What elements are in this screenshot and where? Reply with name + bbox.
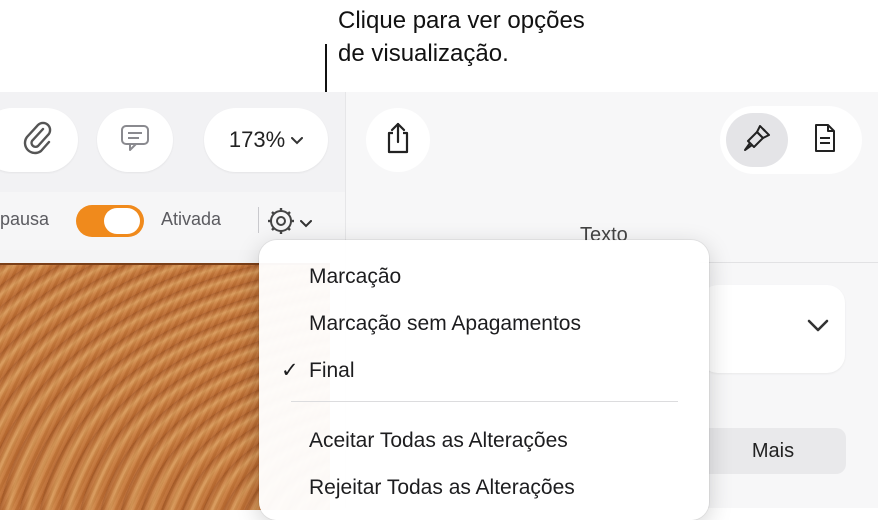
comment-button[interactable] (97, 108, 173, 172)
zoom-button[interactable]: 173% (204, 108, 328, 172)
chevron-down-icon (806, 318, 830, 339)
zoom-value: 173% (228, 127, 286, 152)
chevron-down-icon (291, 132, 304, 148)
toggle-knob (104, 208, 140, 234)
comment-icon (119, 123, 151, 158)
menu-item-accept-all-changes[interactable]: Aceitar Todas as Alterações (259, 421, 709, 461)
paintbrush-icon (741, 122, 773, 159)
menu-item-reject-all-changes[interactable]: Rejeitar Todas as Alterações (259, 468, 709, 508)
share-icon (384, 121, 412, 160)
callout-text: Clique para ver opções de visualização. (338, 4, 585, 70)
sidebar-divider (700, 262, 878, 263)
more-button[interactable]: Mais (700, 428, 846, 474)
checkmark-icon: ✓ (281, 359, 299, 382)
share-button[interactable] (366, 108, 430, 172)
menu-item-markup-without-deletions[interactable]: Marcação sem Apagamentos (259, 304, 709, 344)
callout-line-1: Clique para ver opções (338, 7, 585, 34)
document-tab[interactable] (794, 113, 856, 167)
attach-button[interactable] (0, 108, 78, 172)
menu-separator (291, 401, 678, 402)
menu-item-label: Marcação sem Apagamentos (309, 312, 581, 335)
track-changes-on-label: Ativada (161, 209, 222, 229)
toolbar-divider (258, 207, 259, 233)
chevron-down-icon (300, 216, 312, 231)
track-changes-toggle[interactable] (76, 205, 144, 237)
menu-item-label: Rejeitar Todas as Alterações (309, 476, 575, 499)
menu-item-final[interactable]: ✓ Final (259, 351, 709, 391)
menu-item-label: Final (309, 359, 355, 382)
track-changes-pause-label: pausa (0, 209, 50, 229)
menu-item-label: Marcação (309, 265, 402, 288)
document-icon (812, 122, 838, 159)
view-options-button[interactable] (266, 206, 312, 241)
paperclip-icon (21, 120, 55, 161)
format-tab[interactable] (726, 113, 788, 167)
callout-line-2: de visualização. (338, 40, 509, 67)
menu-item-markup[interactable]: Marcação (259, 257, 709, 297)
gear-icon (266, 206, 296, 241)
menu-item-label: Aceitar Todas as Alterações (309, 429, 568, 452)
view-options-menu: Marcação Marcação sem Apagamentos ✓ Fina… (259, 240, 709, 520)
